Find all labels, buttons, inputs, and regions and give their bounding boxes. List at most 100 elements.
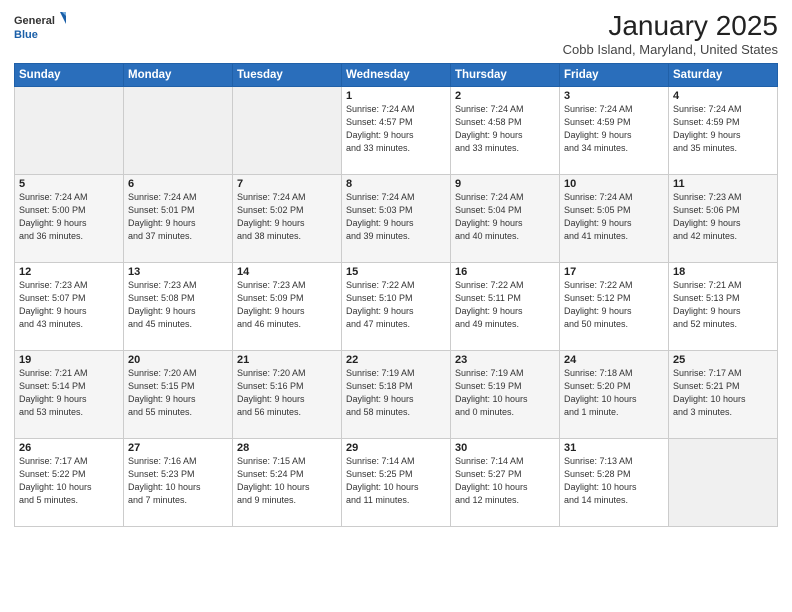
day-info: Sunrise: 7:21 AM Sunset: 5:14 PM Dayligh…	[19, 367, 119, 419]
calendar-cell: 26Sunrise: 7:17 AM Sunset: 5:22 PM Dayli…	[15, 439, 124, 527]
calendar-cell: 6Sunrise: 7:24 AM Sunset: 5:01 PM Daylig…	[124, 175, 233, 263]
day-number: 20	[128, 354, 228, 366]
day-number: 8	[346, 178, 446, 190]
day-info: Sunrise: 7:22 AM Sunset: 5:12 PM Dayligh…	[564, 279, 664, 331]
day-number: 2	[455, 90, 555, 102]
weekday-tuesday: Tuesday	[233, 64, 342, 87]
day-number: 19	[19, 354, 119, 366]
calendar-cell: 4Sunrise: 7:24 AM Sunset: 4:59 PM Daylig…	[669, 87, 778, 175]
day-number: 11	[673, 178, 773, 190]
calendar-cell: 2Sunrise: 7:24 AM Sunset: 4:58 PM Daylig…	[451, 87, 560, 175]
header: General Blue January 2025 Cobb Island, M…	[14, 10, 778, 57]
day-info: Sunrise: 7:23 AM Sunset: 5:06 PM Dayligh…	[673, 191, 773, 243]
week-row-4: 19Sunrise: 7:21 AM Sunset: 5:14 PM Dayli…	[15, 351, 778, 439]
calendar-cell: 5Sunrise: 7:24 AM Sunset: 5:00 PM Daylig…	[15, 175, 124, 263]
day-info: Sunrise: 7:14 AM Sunset: 5:27 PM Dayligh…	[455, 455, 555, 507]
day-info: Sunrise: 7:23 AM Sunset: 5:09 PM Dayligh…	[237, 279, 337, 331]
calendar-cell: 11Sunrise: 7:23 AM Sunset: 5:06 PM Dayli…	[669, 175, 778, 263]
day-number: 23	[455, 354, 555, 366]
page: General Blue January 2025 Cobb Island, M…	[0, 0, 792, 612]
calendar-cell: 3Sunrise: 7:24 AM Sunset: 4:59 PM Daylig…	[560, 87, 669, 175]
day-number: 29	[346, 442, 446, 454]
week-row-2: 5Sunrise: 7:24 AM Sunset: 5:00 PM Daylig…	[15, 175, 778, 263]
calendar-cell: 23Sunrise: 7:19 AM Sunset: 5:19 PM Dayli…	[451, 351, 560, 439]
day-number: 26	[19, 442, 119, 454]
day-number: 30	[455, 442, 555, 454]
calendar-cell: 1Sunrise: 7:24 AM Sunset: 4:57 PM Daylig…	[342, 87, 451, 175]
day-info: Sunrise: 7:16 AM Sunset: 5:23 PM Dayligh…	[128, 455, 228, 507]
day-info: Sunrise: 7:22 AM Sunset: 5:10 PM Dayligh…	[346, 279, 446, 331]
calendar-cell	[669, 439, 778, 527]
day-info: Sunrise: 7:24 AM Sunset: 5:02 PM Dayligh…	[237, 191, 337, 243]
day-number: 1	[346, 90, 446, 102]
day-info: Sunrise: 7:24 AM Sunset: 5:00 PM Dayligh…	[19, 191, 119, 243]
calendar-cell: 30Sunrise: 7:14 AM Sunset: 5:27 PM Dayli…	[451, 439, 560, 527]
day-number: 22	[346, 354, 446, 366]
calendar-body: 1Sunrise: 7:24 AM Sunset: 4:57 PM Daylig…	[15, 87, 778, 527]
calendar-cell: 13Sunrise: 7:23 AM Sunset: 5:08 PM Dayli…	[124, 263, 233, 351]
day-info: Sunrise: 7:15 AM Sunset: 5:24 PM Dayligh…	[237, 455, 337, 507]
calendar-cell: 9Sunrise: 7:24 AM Sunset: 5:04 PM Daylig…	[451, 175, 560, 263]
day-info: Sunrise: 7:18 AM Sunset: 5:20 PM Dayligh…	[564, 367, 664, 419]
weekday-row: SundayMondayTuesdayWednesdayThursdayFrid…	[15, 64, 778, 87]
day-number: 14	[237, 266, 337, 278]
calendar-header: SundayMondayTuesdayWednesdayThursdayFrid…	[15, 64, 778, 87]
day-info: Sunrise: 7:22 AM Sunset: 5:11 PM Dayligh…	[455, 279, 555, 331]
calendar-cell: 28Sunrise: 7:15 AM Sunset: 5:24 PM Dayli…	[233, 439, 342, 527]
day-info: Sunrise: 7:24 AM Sunset: 5:01 PM Dayligh…	[128, 191, 228, 243]
day-info: Sunrise: 7:24 AM Sunset: 5:05 PM Dayligh…	[564, 191, 664, 243]
calendar-cell: 8Sunrise: 7:24 AM Sunset: 5:03 PM Daylig…	[342, 175, 451, 263]
day-number: 10	[564, 178, 664, 190]
weekday-wednesday: Wednesday	[342, 64, 451, 87]
logo: General Blue	[14, 10, 66, 46]
day-info: Sunrise: 7:23 AM Sunset: 5:07 PM Dayligh…	[19, 279, 119, 331]
calendar-cell: 7Sunrise: 7:24 AM Sunset: 5:02 PM Daylig…	[233, 175, 342, 263]
day-number: 3	[564, 90, 664, 102]
calendar-cell: 16Sunrise: 7:22 AM Sunset: 5:11 PM Dayli…	[451, 263, 560, 351]
day-number: 18	[673, 266, 773, 278]
day-info: Sunrise: 7:17 AM Sunset: 5:21 PM Dayligh…	[673, 367, 773, 419]
month-title: January 2025	[563, 10, 778, 42]
day-number: 16	[455, 266, 555, 278]
weekday-monday: Monday	[124, 64, 233, 87]
calendar-cell	[233, 87, 342, 175]
day-info: Sunrise: 7:24 AM Sunset: 4:59 PM Dayligh…	[673, 103, 773, 155]
calendar-cell: 12Sunrise: 7:23 AM Sunset: 5:07 PM Dayli…	[15, 263, 124, 351]
calendar-cell: 15Sunrise: 7:22 AM Sunset: 5:10 PM Dayli…	[342, 263, 451, 351]
day-number: 15	[346, 266, 446, 278]
calendar-cell: 21Sunrise: 7:20 AM Sunset: 5:16 PM Dayli…	[233, 351, 342, 439]
calendar-cell: 29Sunrise: 7:14 AM Sunset: 5:25 PM Dayli…	[342, 439, 451, 527]
day-info: Sunrise: 7:17 AM Sunset: 5:22 PM Dayligh…	[19, 455, 119, 507]
day-number: 25	[673, 354, 773, 366]
day-number: 9	[455, 178, 555, 190]
calendar-cell: 31Sunrise: 7:13 AM Sunset: 5:28 PM Dayli…	[560, 439, 669, 527]
day-info: Sunrise: 7:24 AM Sunset: 4:58 PM Dayligh…	[455, 103, 555, 155]
calendar-cell: 10Sunrise: 7:24 AM Sunset: 5:05 PM Dayli…	[560, 175, 669, 263]
calendar-table: SundayMondayTuesdayWednesdayThursdayFrid…	[14, 63, 778, 527]
calendar-cell: 20Sunrise: 7:20 AM Sunset: 5:15 PM Dayli…	[124, 351, 233, 439]
calendar-cell: 27Sunrise: 7:16 AM Sunset: 5:23 PM Dayli…	[124, 439, 233, 527]
weekday-saturday: Saturday	[669, 64, 778, 87]
calendar-cell: 25Sunrise: 7:17 AM Sunset: 5:21 PM Dayli…	[669, 351, 778, 439]
calendar-cell	[15, 87, 124, 175]
week-row-1: 1Sunrise: 7:24 AM Sunset: 4:57 PM Daylig…	[15, 87, 778, 175]
day-number: 6	[128, 178, 228, 190]
calendar-cell: 17Sunrise: 7:22 AM Sunset: 5:12 PM Dayli…	[560, 263, 669, 351]
weekday-sunday: Sunday	[15, 64, 124, 87]
svg-text:General: General	[14, 15, 55, 27]
day-info: Sunrise: 7:24 AM Sunset: 5:03 PM Dayligh…	[346, 191, 446, 243]
calendar-cell	[124, 87, 233, 175]
day-number: 7	[237, 178, 337, 190]
day-info: Sunrise: 7:20 AM Sunset: 5:15 PM Dayligh…	[128, 367, 228, 419]
calendar-cell: 24Sunrise: 7:18 AM Sunset: 5:20 PM Dayli…	[560, 351, 669, 439]
calendar-cell: 18Sunrise: 7:21 AM Sunset: 5:13 PM Dayli…	[669, 263, 778, 351]
weekday-thursday: Thursday	[451, 64, 560, 87]
day-number: 5	[19, 178, 119, 190]
logo-svg: General Blue	[14, 10, 66, 46]
day-info: Sunrise: 7:24 AM Sunset: 4:59 PM Dayligh…	[564, 103, 664, 155]
calendar-cell: 22Sunrise: 7:19 AM Sunset: 5:18 PM Dayli…	[342, 351, 451, 439]
day-info: Sunrise: 7:23 AM Sunset: 5:08 PM Dayligh…	[128, 279, 228, 331]
day-number: 12	[19, 266, 119, 278]
title-block: January 2025 Cobb Island, Maryland, Unit…	[563, 10, 778, 57]
day-number: 4	[673, 90, 773, 102]
